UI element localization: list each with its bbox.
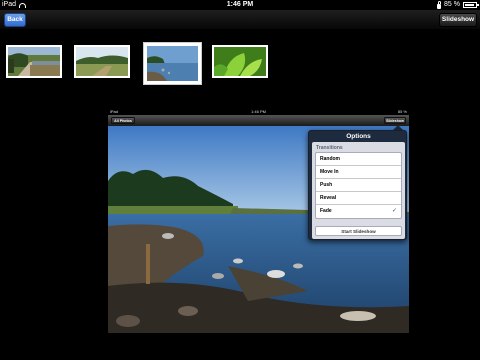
slideshow-button[interactable]: Slideshow bbox=[439, 13, 477, 27]
checkmark-icon: ✓ bbox=[391, 208, 397, 214]
embedded-nav-bar: All Photos Slideshow bbox=[108, 115, 409, 126]
battery-percent: 85 % bbox=[444, 1, 460, 8]
transition-random[interactable]: Random bbox=[316, 153, 401, 166]
back-button[interactable]: Back bbox=[4, 13, 26, 27]
thumbnail-lake[interactable] bbox=[143, 42, 202, 85]
transitions-list: Random Move In Push Reveal Fade ✓ bbox=[315, 152, 402, 219]
thumbnail-leaf[interactable] bbox=[212, 45, 268, 78]
battery-icon bbox=[463, 2, 479, 8]
start-slideshow-button[interactable]: Start Slideshow bbox=[315, 226, 402, 236]
green-leaf-image bbox=[214, 47, 266, 76]
navigation-bar: Back Slideshow bbox=[0, 10, 480, 30]
status-time: 1:46 PM bbox=[226, 1, 254, 8]
status-bar: iPad 1:46 PM 85 % bbox=[0, 0, 480, 10]
road-landscape-image bbox=[8, 47, 60, 76]
transition-fade[interactable]: Fade ✓ bbox=[316, 205, 401, 218]
thumbnail-road[interactable] bbox=[6, 45, 62, 78]
embedded-all-photos-button: All Photos bbox=[111, 117, 135, 124]
popover-title: Options bbox=[346, 133, 371, 140]
embedded-slideshow-button: Slideshow bbox=[384, 117, 406, 124]
transitions-header: Transitions bbox=[316, 145, 343, 151]
lake-landscape-image bbox=[147, 46, 198, 81]
thumbnail-field[interactable] bbox=[74, 45, 130, 78]
transition-push[interactable]: Push bbox=[316, 179, 401, 192]
transition-reveal[interactable]: Reveal bbox=[316, 192, 401, 205]
field-landscape-image bbox=[76, 47, 128, 76]
lock-icon bbox=[437, 0, 442, 9]
transition-move-in[interactable]: Move In bbox=[316, 166, 401, 179]
options-popover: Options Transitions Random Move In Push … bbox=[308, 130, 407, 240]
